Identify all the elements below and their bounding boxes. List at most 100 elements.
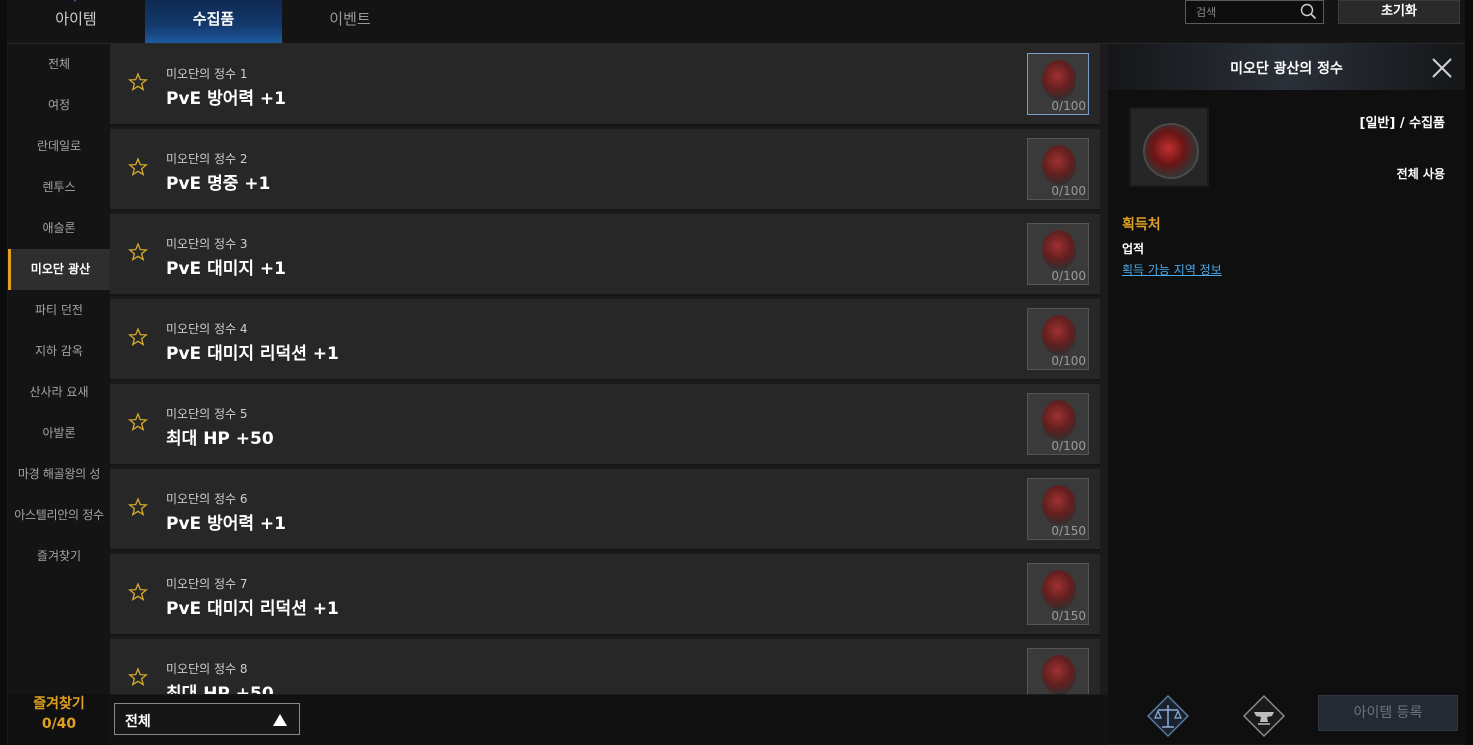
sidebar-item-skull-king-castle[interactable]: 마경 해골왕의 성	[0, 454, 118, 495]
detail-header: 미오단 광산의 정수	[1108, 44, 1465, 90]
sidebar-item-avalon[interactable]: 아발론	[8, 413, 110, 454]
essence-icon	[1042, 485, 1076, 525]
essence-icon	[1042, 145, 1076, 185]
item-title: PvE 대미지 +1	[166, 259, 286, 279]
caret-up-icon	[273, 714, 287, 726]
essence-icon	[1042, 570, 1076, 610]
item-count: 0/100	[1051, 439, 1086, 453]
item-subtitle: 미오단의 정수 2	[166, 152, 248, 166]
list-item[interactable]: 미오단의 정수 3 PvE 대미지 +1 0/100	[110, 214, 1100, 296]
item-category: [일반] / 수집품	[1359, 116, 1445, 131]
star-icon[interactable]	[128, 412, 148, 432]
sidebar-item-randeilo[interactable]: 란데일로	[8, 126, 110, 167]
item-thumbnail[interactable]: 0/150	[1027, 563, 1089, 625]
favorites-count: 0/40	[41, 716, 77, 732]
category-sidebar: 전체 여정 란데일로 렌투스 애슬론 미오단 광산 파티 던전 지하 감옥 산사…	[8, 44, 110, 694]
item-thumbnail[interactable]: 0/150	[1027, 478, 1089, 540]
item-thumbnail[interactable]: 0/100	[1027, 138, 1089, 200]
list-item[interactable]: 미오단의 정수 7 PvE 대미지 리덕션 +1 0/150	[110, 554, 1100, 636]
reset-button[interactable]: 초기화	[1338, 0, 1460, 24]
item-thumbnail[interactable]: 0/100	[1027, 53, 1089, 115]
source-heading: 획득처	[1122, 217, 1161, 233]
list-item[interactable]: 미오단의 정수 6 PvE 방어력 +1 0/150	[110, 469, 1100, 551]
right-frame-border	[1465, 0, 1473, 745]
tab-items-label: 아이템	[55, 10, 97, 28]
source-location-link[interactable]: 획득 가능 지역 정보	[1122, 261, 1222, 278]
item-title: PvE 대미지 리덕션 +1	[166, 344, 339, 364]
favorites-counter: 즐겨찾기 0/40	[8, 694, 110, 745]
filter-dropdown[interactable]: 전체	[114, 703, 300, 735]
item-title: PvE 명중 +1	[166, 174, 271, 194]
scale-icon[interactable]	[1146, 694, 1190, 738]
list-item[interactable]: 미오단의 정수 1 PvE 방어력 +1 0/100	[110, 44, 1100, 126]
item-subtitle: 미오단의 정수 3	[166, 237, 248, 251]
star-icon[interactable]	[128, 242, 148, 262]
filter-value: 전체	[125, 714, 151, 730]
item-subtitle: 미오단의 정수 7	[166, 577, 248, 591]
top-bar: ▼ 아이템 수집품 이벤트 검색 초기화	[0, 0, 1473, 44]
item-count: 0/150	[1051, 609, 1086, 623]
register-item-button[interactable]: 아이템 등록	[1318, 695, 1458, 731]
tab-collectibles[interactable]: 수집품	[145, 0, 282, 43]
sidebar-item-miodan-mine[interactable]: 미오단 광산	[8, 249, 110, 290]
list-item[interactable]: 미오단의 정수 4 PvE 대미지 리덕션 +1 0/100	[110, 299, 1100, 381]
sidebar-item-underground-prison[interactable]: 지하 감옥	[8, 331, 110, 372]
sidebar-item-favorites[interactable]: 즐겨찾기	[8, 536, 110, 577]
chevron-down-icon: ▼	[70, 0, 80, 4]
search-input[interactable]: 검색	[1185, 0, 1324, 24]
essence-icon	[1042, 315, 1076, 355]
item-subtitle: 미오단의 정수 4	[166, 322, 248, 336]
list-item[interactable]: 미오단의 정수 8 최대 HP +50	[110, 639, 1100, 694]
sidebar-item-sansara-fortress[interactable]: 산사라 요새	[8, 372, 110, 413]
item-subtitle: 미오단의 정수 5	[166, 407, 248, 421]
list-item[interactable]: 미오단의 정수 5 최대 HP +50 0/100	[110, 384, 1100, 466]
item-icon	[1129, 107, 1209, 187]
sidebar-item-journey[interactable]: 여정	[8, 85, 110, 126]
essence-icon	[1042, 400, 1076, 440]
search-placeholder: 검색	[1196, 6, 1217, 19]
item-thumbnail[interactable]: 0/100	[1027, 393, 1089, 455]
tab-collectibles-label: 수집품	[192, 10, 235, 28]
detail-panel: 미오단 광산의 정수 [일반] / 수집품 전체 사용 획득처 업적 획득 가능…	[1108, 44, 1465, 744]
item-count: 0/150	[1051, 524, 1086, 538]
close-icon[interactable]	[1428, 54, 1456, 82]
item-usage: 전체 사용	[1396, 167, 1445, 181]
sidebar-item-astelian-essence[interactable]: 아스텔리안의 정수	[0, 495, 118, 536]
item-title: 최대 HP +50	[166, 684, 274, 694]
tab-event[interactable]: 이벤트	[282, 0, 418, 43]
source-value: 업적	[1122, 242, 1145, 256]
search-icon[interactable]	[1299, 2, 1317, 20]
tab-items[interactable]: ▼ 아이템	[8, 0, 144, 43]
sidebar-item-athlon[interactable]: 애슬론	[8, 208, 110, 249]
favorites-label: 즐겨찾기	[33, 696, 85, 712]
item-subtitle: 미오단의 정수 1	[166, 67, 248, 81]
essence-icon	[1042, 60, 1076, 100]
collectible-list: 미오단의 정수 1 PvE 방어력 +1 0/100 미오단의 정수 2 PvE…	[110, 44, 1100, 694]
star-icon[interactable]	[128, 582, 148, 602]
detail-title: 미오단 광산의 정수	[1230, 61, 1343, 77]
item-title: 최대 HP +50	[166, 429, 274, 449]
list-item[interactable]: 미오단의 정수 2 PvE 명중 +1 0/100	[110, 129, 1100, 211]
item-title: PvE 방어력 +1	[166, 89, 286, 109]
star-icon[interactable]	[128, 497, 148, 517]
item-title: PvE 대미지 리덕션 +1	[166, 599, 339, 619]
star-icon[interactable]	[128, 667, 148, 687]
item-thumbnail[interactable]	[1027, 648, 1089, 694]
item-title: PvE 방어력 +1	[166, 514, 286, 534]
essence-icon	[1042, 655, 1076, 694]
sidebar-item-party-dungeon[interactable]: 파티 던전	[8, 290, 110, 331]
item-thumbnail[interactable]: 0/100	[1027, 223, 1089, 285]
item-count: 0/100	[1051, 269, 1086, 283]
item-thumbnail[interactable]: 0/100	[1027, 308, 1089, 370]
item-count: 0/100	[1051, 184, 1086, 198]
item-subtitle: 미오단의 정수 6	[166, 492, 248, 506]
star-icon[interactable]	[128, 72, 148, 92]
tab-event-label: 이벤트	[329, 10, 371, 28]
star-icon[interactable]	[128, 327, 148, 347]
anvil-icon[interactable]	[1242, 694, 1286, 738]
item-count: 0/100	[1051, 354, 1086, 368]
sidebar-item-rentus[interactable]: 렌투스	[8, 167, 110, 208]
essence-orb-icon	[1143, 123, 1199, 179]
star-icon[interactable]	[128, 157, 148, 177]
sidebar-item-all[interactable]: 전체	[8, 44, 110, 85]
